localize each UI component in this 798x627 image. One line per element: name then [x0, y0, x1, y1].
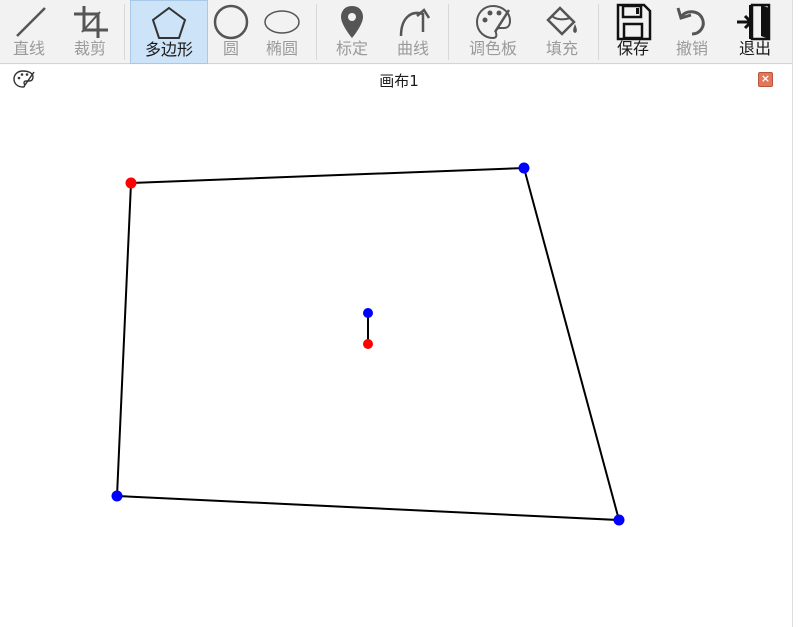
palette-tool-button[interactable]: 调色板: [460, 0, 526, 64]
circle-icon: [211, 2, 251, 42]
crop-tool-button[interactable]: 裁剪: [60, 0, 120, 64]
toolbar-separator: [316, 4, 317, 60]
close-icon: ×: [760, 72, 771, 85]
polygon-vertex-active[interactable]: [125, 177, 137, 189]
circle-tool-label: 圆: [222, 39, 239, 58]
window-right-border: [792, 0, 798, 627]
polygon-vertex[interactable]: [518, 162, 530, 174]
drawing-app-window: 直线 裁剪 多边形 圆 椭圆 标定 曲线 调色板 填充 保存 撤销 退出 画布1…: [0, 0, 798, 627]
save-button[interactable]: 保存: [606, 0, 660, 64]
canvas-tab-header: 画布1 ×: [0, 65, 798, 93]
paint-bucket-icon: [542, 2, 582, 42]
canvas-title: 画布1: [379, 72, 419, 90]
polygon-vertex[interactable]: [111, 490, 123, 502]
toolbar-separator: [448, 4, 449, 60]
undo-icon: [672, 2, 712, 42]
polygon-tool-label: 多边形: [144, 40, 193, 59]
line-tool-label: 直线: [12, 39, 45, 58]
mark-tool-button[interactable]: 标定: [324, 0, 380, 64]
palette-icon: [473, 2, 513, 42]
undo-button[interactable]: 撤销: [664, 0, 720, 64]
circle-tool-button[interactable]: 圆: [210, 0, 252, 64]
canvas-drawing-surface[interactable]: [0, 93, 798, 627]
line-icon: [9, 2, 49, 42]
ellipse-tool-button[interactable]: 椭圆: [254, 0, 310, 64]
line-tool-button[interactable]: 直线: [0, 0, 58, 64]
floppy-disk-icon: [613, 2, 653, 42]
exit-label: 退出: [738, 39, 771, 58]
fill-tool-label: 填充: [545, 39, 578, 58]
polygon-vertex[interactable]: [613, 514, 625, 526]
pentagon-icon: [149, 3, 189, 43]
map-pin-icon: [332, 2, 372, 42]
undo-label: 撤销: [675, 39, 708, 58]
toolbar-separator: [124, 4, 125, 60]
toolbar: 直线 裁剪 多边形 圆 椭圆 标定 曲线 调色板 填充 保存 撤销 退出: [0, 0, 798, 64]
toolbar-separator: [598, 4, 599, 60]
palette-tool-label: 调色板: [468, 39, 517, 58]
close-button[interactable]: ×: [758, 72, 773, 87]
exit-button[interactable]: 退出: [728, 0, 782, 64]
crop-icon: [70, 2, 110, 42]
save-label: 保存: [616, 39, 649, 58]
curved-arrow-icon: [393, 2, 433, 42]
ellipse-tool-label: 椭圆: [265, 39, 298, 58]
segment-endpoint[interactable]: [363, 308, 373, 318]
drawing-canvas[interactable]: [0, 93, 798, 627]
fill-tool-button[interactable]: 填充: [534, 0, 590, 64]
ellipse-icon: [262, 2, 302, 42]
exit-door-icon: [735, 2, 775, 42]
curve-tool-button[interactable]: 曲线: [384, 0, 442, 64]
polygon-tool-button[interactable]: 多边形: [130, 0, 208, 64]
curve-tool-label: 曲线: [396, 39, 429, 58]
mark-tool-label: 标定: [335, 39, 368, 58]
crop-tool-label: 裁剪: [73, 39, 106, 58]
segment-endpoint-active[interactable]: [363, 339, 373, 349]
